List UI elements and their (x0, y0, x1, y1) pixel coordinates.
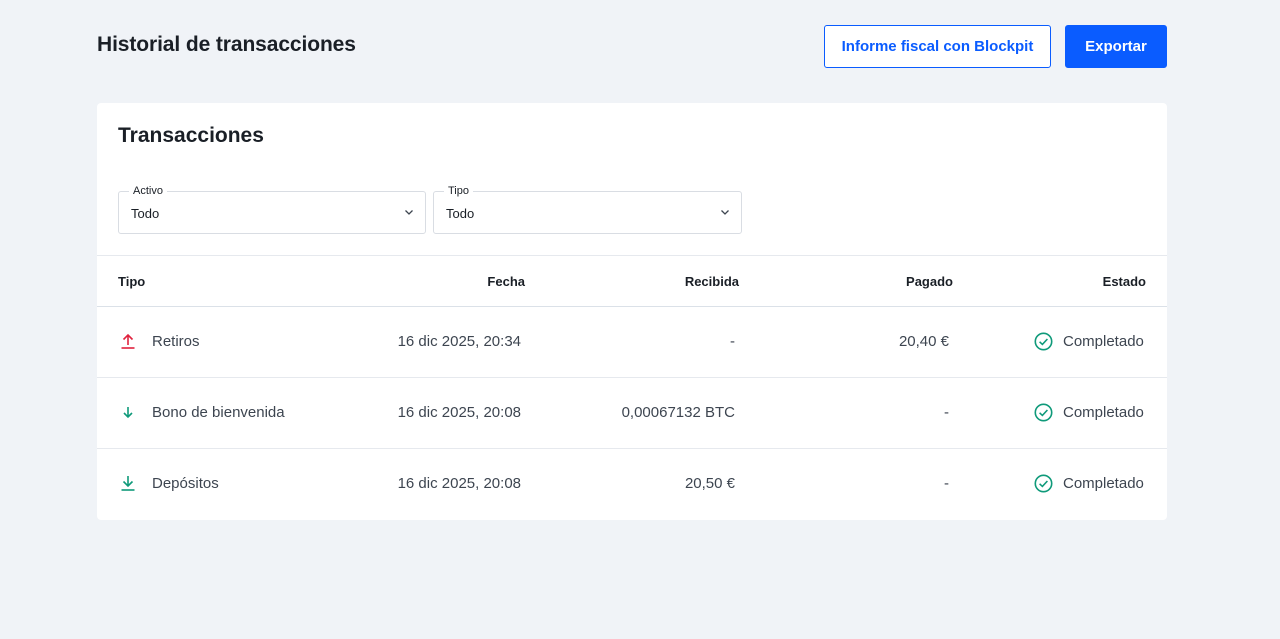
column-header-paid[interactable]: Pagado (906, 274, 953, 289)
transaction-type: Depósitos (152, 475, 219, 492)
page-title: Historial de transacciones (97, 33, 356, 56)
page: Historial de transacciones Informe fisca… (0, 0, 1280, 639)
card-title: Transacciones (118, 124, 264, 147)
transaction-paid: - (944, 475, 949, 492)
transaction-date: 16 dic 2025, 20:08 (397, 475, 521, 492)
transaction-received: 0,00067132 BTC (621, 404, 735, 421)
withdraw-icon (121, 333, 135, 349)
chevron-down-icon (721, 210, 729, 215)
transaction-type: Bono de bienvenida (152, 404, 285, 421)
fiscal-report-button[interactable]: Informe fiscal con Blockpit (824, 25, 1051, 68)
deposit-icon (121, 476, 135, 491)
type-filter-label: Tipo (444, 185, 473, 198)
asset-filter-label: Activo (129, 185, 167, 198)
column-header-status[interactable]: Estado (1103, 274, 1146, 289)
chevron-down-icon (405, 210, 413, 215)
asset-filter-value: Todo (131, 206, 160, 221)
table-row[interactable]: Retiros 16 dic 2025, 20:34 - 20,40 € Com… (97, 307, 1167, 378)
bonus-arrow-down-icon (123, 407, 133, 419)
table-row[interactable]: Bono de bienvenida 16 dic 2025, 20:08 0,… (97, 378, 1167, 449)
transaction-received: - (730, 333, 735, 350)
transaction-paid: 20,40 € (898, 333, 949, 350)
check-circle-icon (1034, 403, 1053, 422)
transaction-status: Completado (1063, 475, 1144, 492)
column-header-received[interactable]: Recibida (685, 274, 739, 289)
transaction-received: 20,50 € (684, 475, 735, 492)
type-filter-select[interactable]: Tipo Todo (433, 185, 742, 234)
transaction-date: 16 dic 2025, 20:08 (397, 404, 521, 421)
transactions-card: Transacciones Activo Todo Tipo Todo Tipo… (97, 103, 1167, 520)
transaction-status: Completado (1063, 404, 1144, 421)
transaction-status: Completado (1063, 333, 1144, 350)
table-header: Tipo Fecha Recibida Pagado Estado (97, 255, 1167, 307)
transaction-paid: - (944, 404, 949, 421)
check-circle-icon (1034, 332, 1053, 351)
type-filter-value: Todo (446, 206, 475, 221)
asset-filter-select[interactable]: Activo Todo (118, 185, 426, 234)
column-header-type[interactable]: Tipo (118, 274, 145, 289)
table-row[interactable]: Depósitos 16 dic 2025, 20:08 20,50 € - C… (97, 449, 1167, 520)
transaction-date: 16 dic 2025, 20:34 (397, 333, 521, 350)
export-button[interactable]: Exportar (1065, 25, 1167, 68)
check-circle-icon (1034, 474, 1053, 493)
transaction-type: Retiros (152, 333, 200, 350)
column-header-date[interactable]: Fecha (487, 274, 525, 289)
